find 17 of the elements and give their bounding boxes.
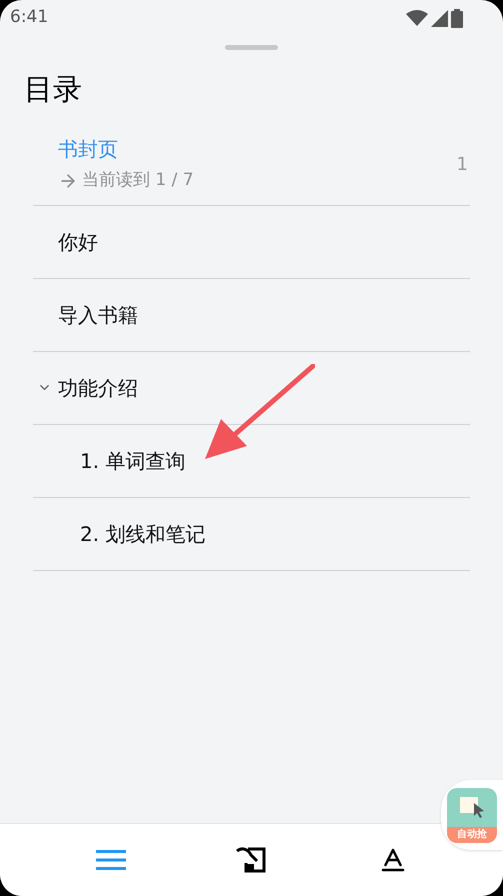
- toc-item[interactable]: 1. 单词查询: [80, 446, 186, 476]
- toc-item[interactable]: 你好: [58, 226, 98, 256]
- toc-item[interactable]: 2. 划线和笔记: [80, 518, 206, 548]
- page-number: 1: [456, 152, 469, 176]
- menu-icon: [96, 850, 126, 870]
- toc-item[interactable]: 功能介绍: [58, 372, 138, 402]
- widget-label: 自动抢: [447, 826, 497, 842]
- battery-icon: [451, 8, 463, 28]
- drag-handle[interactable]: [225, 45, 278, 50]
- wifi-icon: [406, 10, 428, 26]
- notes-icon: [236, 846, 268, 874]
- signal-icon: [431, 10, 448, 26]
- contents-title: 目录: [23, 71, 82, 108]
- cursor-icon: [458, 795, 486, 819]
- status-time: 6:41: [10, 6, 48, 30]
- toc-item[interactable]: 导入书籍: [58, 300, 138, 330]
- reading-progress: 当前读到 1 / 7: [82, 169, 194, 192]
